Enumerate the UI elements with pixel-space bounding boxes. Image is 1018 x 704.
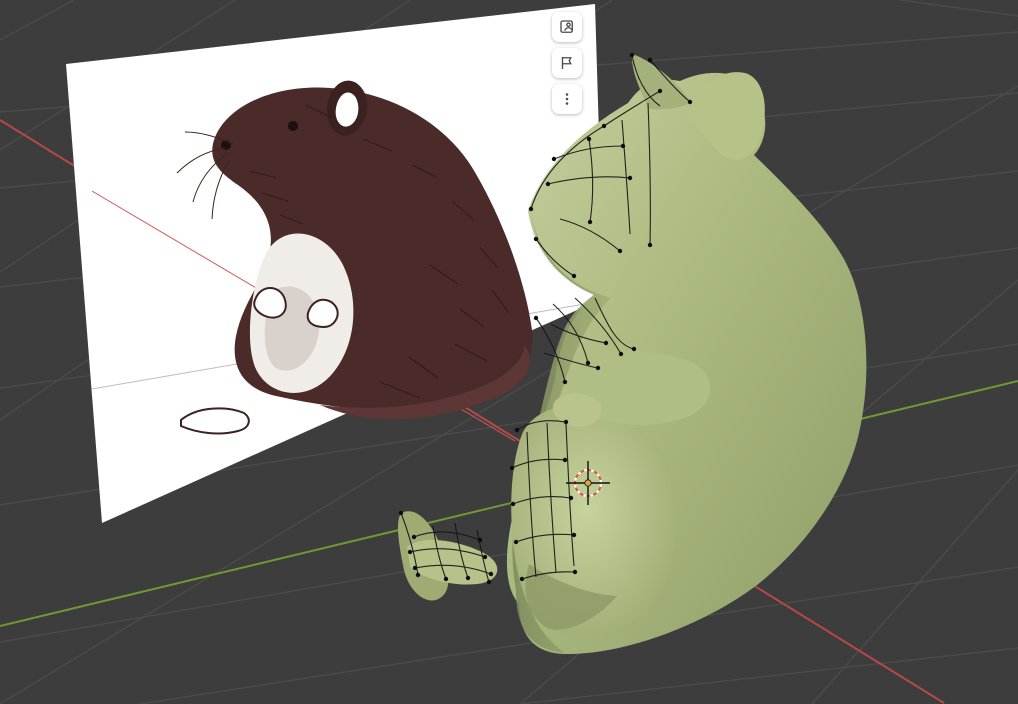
- more-options-button[interactable]: [552, 84, 582, 114]
- scene-canvas[interactable]: [0, 0, 1018, 704]
- more-vertical-icon: [565, 93, 569, 105]
- image-overlay-toolbar: [550, 12, 584, 114]
- rat-sketch-eye: [288, 121, 298, 131]
- origin-center: [584, 479, 592, 487]
- image-person-button[interactable]: [552, 12, 582, 42]
- 3d-viewport[interactable]: [0, 0, 1018, 704]
- image-person-icon: [560, 20, 573, 33]
- rat-sketch-paw-left: [253, 287, 287, 319]
- rat-sketch-paw: [306, 298, 339, 329]
- flag-icon: [561, 57, 572, 69]
- flag-button[interactable]: [552, 48, 582, 78]
